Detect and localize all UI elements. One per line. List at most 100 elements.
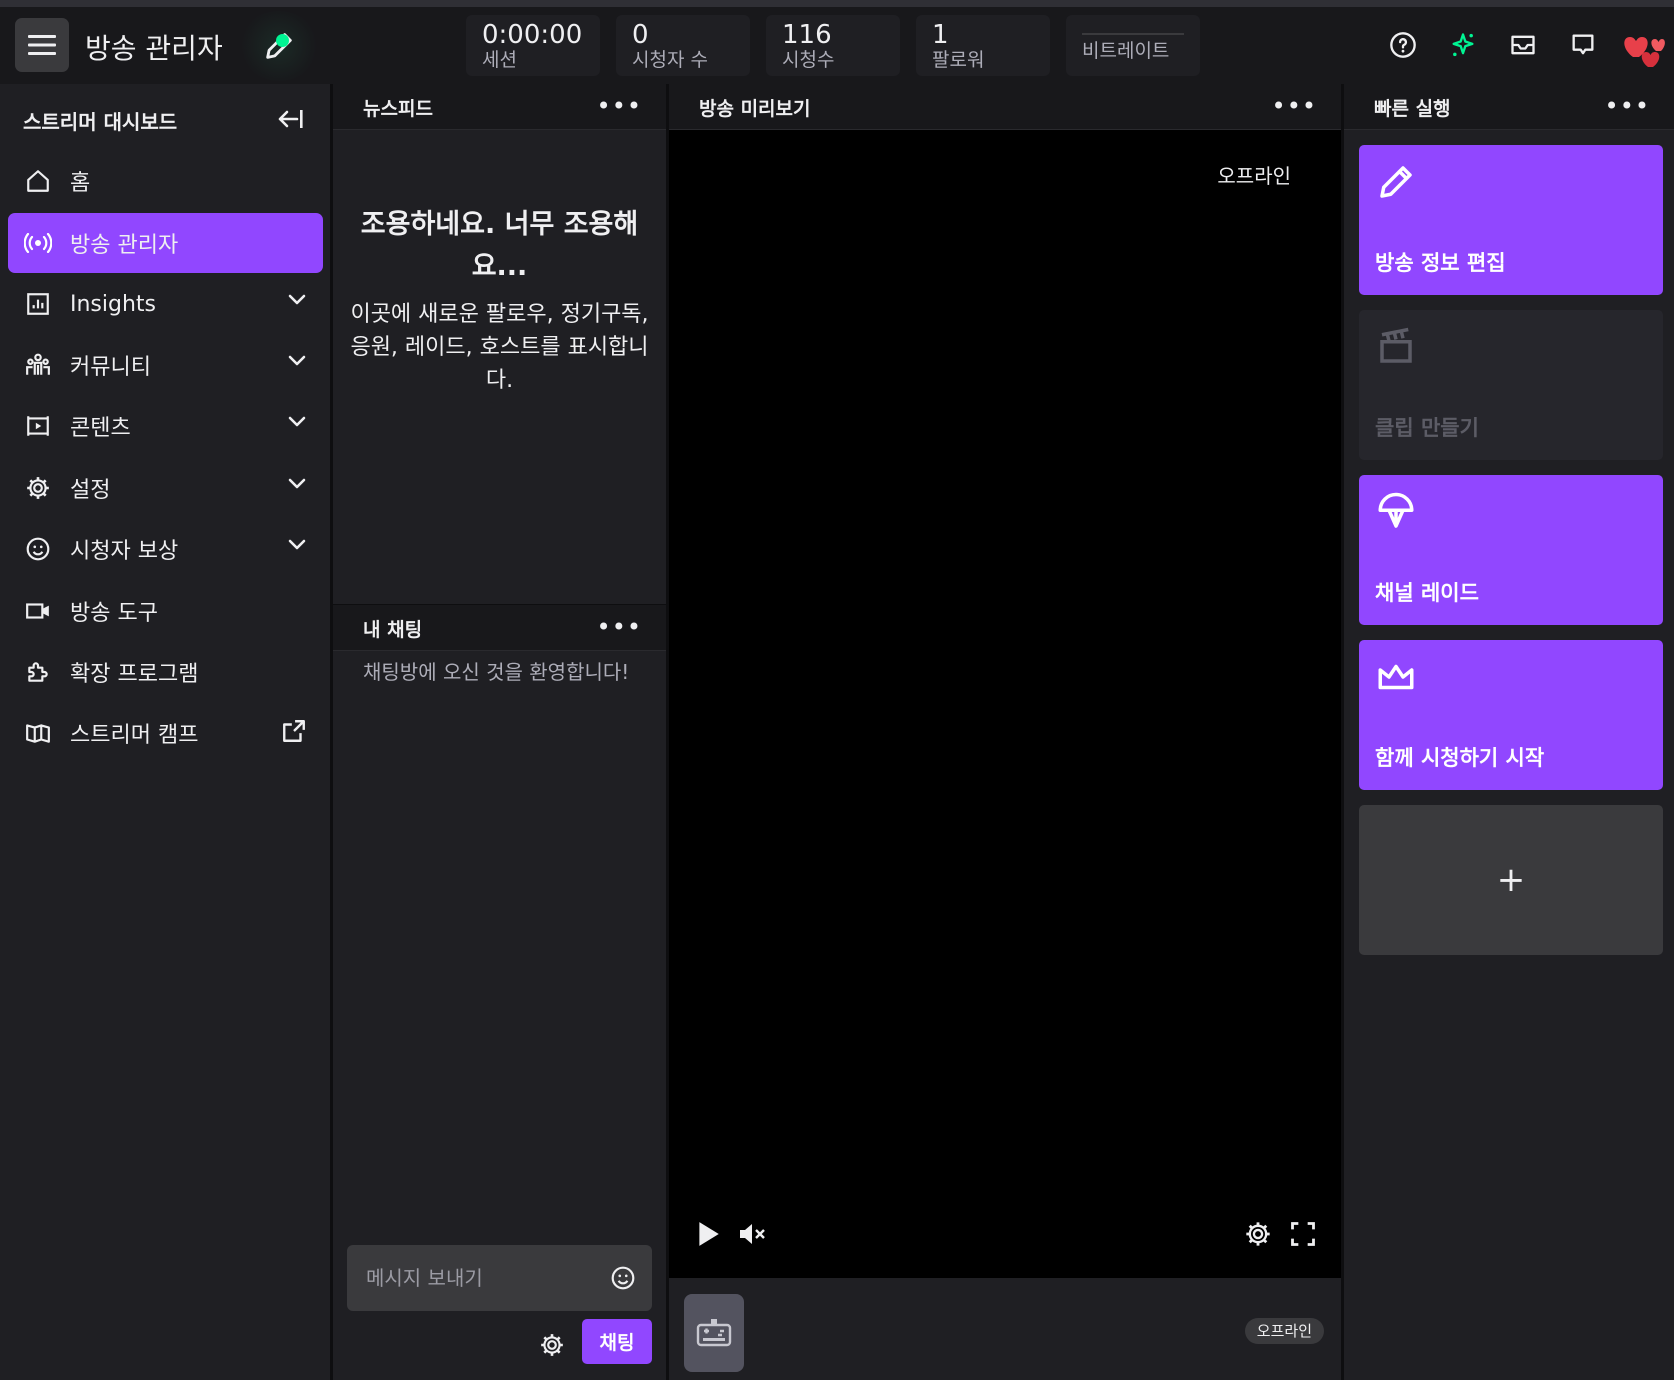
- sidebar-item-stream-manager[interactable]: 방송 관리자: [8, 213, 323, 273]
- collapse-left-icon: [278, 110, 303, 128]
- sidebar-item-extensions[interactable]: 확장 프로그램: [8, 642, 323, 702]
- stat-value: 0:00:00: [482, 20, 583, 50]
- sidebar-item-label: Insights: [70, 291, 157, 317]
- sidebar-item-community[interactable]: 커뮤니티: [8, 335, 323, 395]
- raid-icon: [1375, 491, 1417, 537]
- newsfeed-header: 뉴스피드 •••: [333, 84, 666, 130]
- quick-action-watch-party[interactable]: 함께 시청하기 시작: [1359, 640, 1663, 790]
- chat-input-box: [347, 1245, 652, 1311]
- bitrate-bar: [1082, 33, 1184, 35]
- page-title: 방송 관리자: [85, 32, 223, 65]
- stream-preview-panel: 방송 미리보기 ••• 오프라인 오프라인: [669, 84, 1341, 1380]
- video-player[interactable]: 오프라인: [669, 130, 1341, 1278]
- book-icon: [24, 719, 52, 747]
- chevron-down-icon: [287, 292, 307, 311]
- stat-followers: 1 팔로워: [916, 15, 1050, 76]
- broadcast-icon: [24, 229, 52, 257]
- more-options-icon[interactable]: •••: [597, 613, 642, 641]
- newsfeed-empty-description: 이곳에 새로운 팔로우, 정기구독, 응원, 레이드, 호스트를 표시합니다.: [350, 302, 649, 393]
- stat-label: 팔로워: [932, 49, 985, 71]
- puzzle-icon: [24, 658, 52, 686]
- sidebar-item-content[interactable]: 콘텐츠: [8, 396, 323, 456]
- sidebar-item-settings[interactable]: 설정: [8, 458, 323, 518]
- external-link-icon: [281, 718, 307, 748]
- player-settings-icon[interactable]: [1244, 1220, 1272, 1252]
- chevron-down-icon: [287, 476, 307, 495]
- more-options-icon[interactable]: •••: [597, 92, 642, 120]
- quick-action-create-clip[interactable]: 클립 만들기: [1359, 310, 1663, 460]
- hamburger-icon: [28, 35, 56, 55]
- fullscreen-icon[interactable]: [1289, 1220, 1317, 1252]
- chat-settings-icon[interactable]: [539, 1332, 565, 1362]
- quick-action-edit-stream-info[interactable]: 방송 정보 편집: [1359, 145, 1663, 295]
- stat-value: 116: [782, 20, 832, 50]
- sidebar-item-stream-tools[interactable]: 방송 도구: [8, 581, 323, 641]
- stat-label: 시청수: [782, 49, 835, 71]
- hearts-avatar-icon: [1624, 37, 1665, 67]
- channel-avatar[interactable]: [684, 1294, 744, 1372]
- mute-icon[interactable]: [737, 1220, 767, 1252]
- sidebar: 스트리머 대시보드 홈 방송 관리자 Insights 커뮤니티 콘텐츠 설정 …: [0, 84, 330, 1380]
- plus-icon: +: [1496, 860, 1526, 900]
- offline-label: 오프라인: [1217, 164, 1291, 188]
- more-options-icon[interactable]: •••: [1272, 92, 1317, 120]
- sidebar-item-label: 커뮤니티: [70, 355, 151, 380]
- edit-stream-button[interactable]: [238, 11, 320, 81]
- menu-button[interactable]: [15, 18, 69, 72]
- stat-value: 0: [632, 20, 649, 50]
- sidebar-title: 스트리머 대시보드: [23, 110, 178, 134]
- quick-action-label: 채널 레이드: [1375, 581, 1479, 605]
- help-icon: [1390, 32, 1416, 58]
- panel-title: 방송 미리보기: [699, 98, 811, 120]
- stat-bitrate: 비트레이트: [1066, 15, 1200, 76]
- sidebar-item-label: 홈: [70, 171, 91, 196]
- quick-action-raid-channel[interactable]: 채널 레이드: [1359, 475, 1663, 625]
- inbox-button[interactable]: [1509, 31, 1537, 63]
- more-options-icon[interactable]: •••: [1605, 92, 1650, 120]
- collapse-sidebar-button[interactable]: [278, 108, 304, 134]
- sidebar-item-label: 방송 도구: [70, 601, 158, 626]
- stat-value: 1: [932, 20, 949, 50]
- stat-label: 비트레이트: [1082, 40, 1170, 62]
- emoji-icon[interactable]: [610, 1265, 636, 1295]
- chat-send-button[interactable]: 채팅: [582, 1319, 652, 1364]
- add-quick-action-button[interactable]: +: [1359, 805, 1663, 955]
- content-icon: [24, 412, 52, 440]
- help-button[interactable]: [1389, 31, 1417, 63]
- stat-viewers: 0 시청자 수: [616, 15, 750, 76]
- sidebar-item-label: 확장 프로그램: [70, 662, 199, 687]
- chevron-down-icon: [287, 414, 307, 433]
- whispers-icon: [1572, 34, 1594, 55]
- quick-action-label: 방송 정보 편집: [1375, 251, 1506, 275]
- sidebar-item-label: 설정: [70, 478, 111, 503]
- quick-action-label: 함께 시청하기 시작: [1375, 746, 1545, 770]
- offline-badge: 오프라인: [1244, 1318, 1324, 1344]
- sidebar-item-label: 시청자 보상: [70, 539, 179, 564]
- panel-title: 뉴스피드: [363, 98, 433, 120]
- quick-actions-header: 빠른 실행 •••: [1344, 84, 1674, 130]
- sidebar-item-insights[interactable]: Insights: [8, 274, 323, 334]
- insights-icon: [24, 290, 52, 318]
- chevron-down-icon: [287, 537, 307, 556]
- play-icon[interactable]: [695, 1220, 721, 1252]
- quick-actions-panel: 빠른 실행 ••• 방송 정보 편집 클립 만들기 채널 레이드 함께 시청하기…: [1344, 84, 1674, 1380]
- community-icon: [24, 351, 52, 379]
- sidebar-item-viewer-rewards[interactable]: 시청자 보상: [8, 519, 323, 579]
- sparkle-button[interactable]: [1449, 31, 1477, 63]
- chevron-down-icon: [287, 353, 307, 372]
- avatar[interactable]: [1620, 27, 1666, 75]
- glitch-bot-icon: [696, 1319, 732, 1347]
- whispers-button[interactable]: [1569, 31, 1597, 63]
- sidebar-item-creator-camp[interactable]: 스트리머 캠프: [8, 703, 323, 763]
- sidebar-item-home[interactable]: 홈: [8, 151, 323, 211]
- stat-label: 세션: [482, 49, 517, 71]
- sidebar-item-label: 방송 관리자: [70, 233, 179, 258]
- home-icon: [24, 167, 52, 195]
- top-bar: 방송 관리자 0:00:00 세션 0 시청자 수 116 시청수 1 팔로워 …: [0, 0, 1674, 84]
- chat-message-input[interactable]: [347, 1245, 597, 1311]
- live-status-dot: [276, 34, 289, 47]
- stat-views: 116 시청수: [766, 15, 900, 76]
- stat-session: 0:00:00 세션: [466, 15, 600, 76]
- preview-footer: 오프라인: [669, 1278, 1341, 1380]
- quick-action-label: 클립 만들기: [1375, 416, 1479, 440]
